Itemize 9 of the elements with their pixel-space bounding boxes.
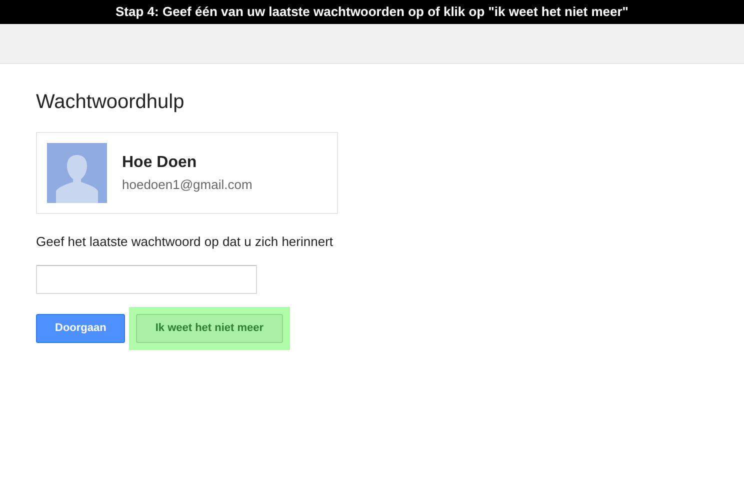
instruction-banner: Stap 4: Geef één van uw laatste wachtwoorden op of klik op "ik weet het niet meer" — [0, 0, 744, 24]
continue-button[interactable]: Doorgaan — [36, 314, 126, 342]
password-field[interactable] — [36, 264, 257, 294]
password-prompt: Geef het laatste wachtwoord op dat u zich herinnert — [36, 233, 334, 251]
forgot-button[interactable]: Ik weet het niet meer — [136, 314, 283, 342]
avatar-icon — [47, 143, 107, 203]
account-name: Hoe Doen — [122, 153, 198, 174]
account-email: hoedoen1@gmail.com — [122, 176, 252, 194]
page-title: Wachtwoordhulp — [36, 90, 186, 115]
